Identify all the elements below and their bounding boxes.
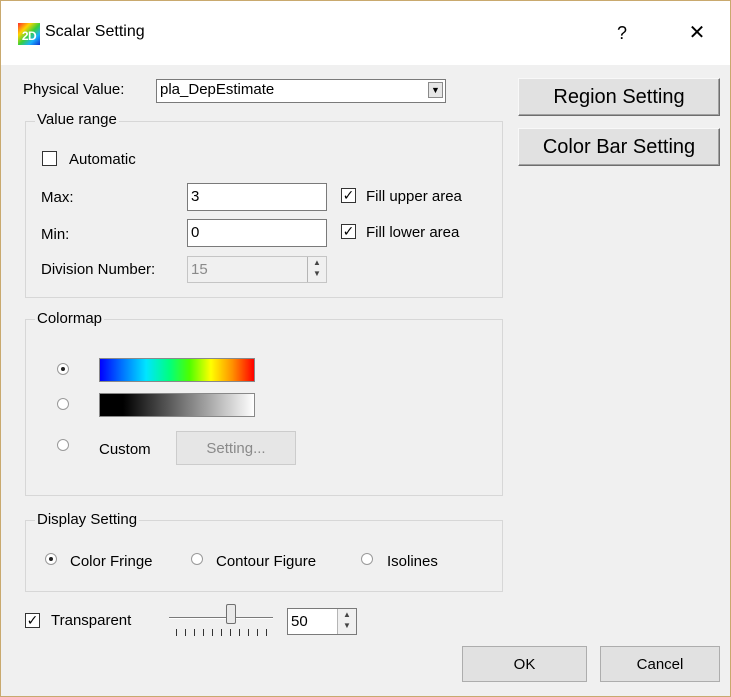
physical-value-label: Physical Value:	[23, 81, 125, 98]
help-button[interactable]: ?	[602, 15, 642, 51]
transparency-input[interactable]: 50 ▲ ▼	[287, 608, 357, 635]
fill-lower-checkbox[interactable]: ✓	[341, 224, 356, 239]
division-number-label: Division Number:	[41, 261, 156, 278]
transparency-spinner[interactable]: ▲ ▼	[337, 609, 356, 634]
app-2d-icon: 2D	[18, 23, 40, 45]
contour-figure-radio[interactable]	[191, 553, 203, 565]
max-label: Max:	[41, 189, 74, 206]
min-input[interactable]: 0	[187, 219, 327, 247]
division-number-value: 15	[191, 261, 208, 278]
rainbow-colormap-swatch[interactable]	[99, 358, 255, 382]
slider-tick	[230, 629, 231, 636]
colormap-group	[25, 319, 503, 496]
slider-tick	[239, 629, 240, 636]
physical-value-selected: pla_DepEstimate	[160, 81, 275, 98]
cancel-button[interactable]: Cancel	[600, 646, 720, 682]
custom-label: Custom	[99, 441, 151, 458]
fill-lower-label: Fill lower area	[366, 224, 460, 241]
grayscale-colormap-swatch[interactable]	[99, 393, 255, 417]
colormap-custom-radio[interactable]	[57, 439, 69, 451]
contour-figure-label: Contour Figure	[216, 553, 317, 570]
slider-tick	[221, 629, 222, 636]
isolines-label: Isolines	[387, 553, 438, 570]
colormap-grayscale-radio[interactable]	[57, 398, 69, 410]
max-input[interactable]: 3	[187, 183, 327, 211]
fill-upper-label: Fill upper area	[366, 188, 462, 205]
value-range-title: Value range	[35, 111, 119, 128]
automatic-label: Automatic	[69, 151, 136, 168]
dialog-window: 2D Scalar Setting ? ✕ Physical Value: pl…	[0, 0, 731, 697]
transparent-checkbox[interactable]: ✓	[25, 613, 40, 628]
window-title: Scalar Setting	[45, 23, 145, 40]
transparent-label: Transparent	[51, 612, 132, 629]
region-setting-button[interactable]: Region Setting	[518, 78, 720, 116]
ok-button[interactable]: OK	[462, 646, 587, 682]
division-number-input[interactable]: 15 ▲ ▼	[187, 256, 327, 283]
slider-tick	[248, 629, 249, 636]
slider-tick	[266, 629, 267, 636]
color-fringe-label: Color Fringe	[70, 553, 153, 570]
physical-value-select[interactable]: pla_DepEstimate ▼	[156, 79, 446, 103]
division-spinner[interactable]: ▲ ▼	[307, 257, 326, 282]
spin-down-icon[interactable]: ▼	[308, 268, 326, 279]
slider-tick	[194, 629, 195, 636]
colormap-rainbow-radio[interactable]	[57, 363, 69, 375]
slider-tick	[203, 629, 204, 636]
color-fringe-radio[interactable]	[45, 553, 57, 565]
spin-down-icon[interactable]: ▼	[338, 620, 356, 631]
fill-upper-checkbox[interactable]: ✓	[341, 188, 356, 203]
automatic-checkbox[interactable]	[42, 151, 57, 166]
color-bar-setting-button[interactable]: Color Bar Setting	[518, 128, 720, 166]
colormap-title: Colormap	[35, 310, 105, 327]
display-setting-title: Display Setting	[35, 511, 140, 528]
slider-tick	[176, 629, 177, 636]
isolines-radio[interactable]	[361, 553, 373, 565]
slider-tick	[185, 629, 186, 636]
close-button[interactable]: ✕	[677, 15, 717, 51]
spin-up-icon[interactable]: ▲	[308, 257, 326, 268]
chevron-down-icon[interactable]: ▼	[428, 82, 443, 98]
colormap-setting-button[interactable]: Setting...	[176, 431, 296, 465]
transparency-value: 50	[291, 613, 308, 630]
min-label: Min:	[41, 226, 70, 243]
slider-tick	[257, 629, 258, 636]
slider-tick	[212, 629, 213, 636]
slider-track[interactable]	[169, 617, 273, 619]
spin-up-icon[interactable]: ▲	[338, 609, 356, 620]
title-bar: 2D Scalar Setting ? ✕	[1, 1, 730, 65]
slider-thumb[interactable]	[226, 604, 236, 624]
